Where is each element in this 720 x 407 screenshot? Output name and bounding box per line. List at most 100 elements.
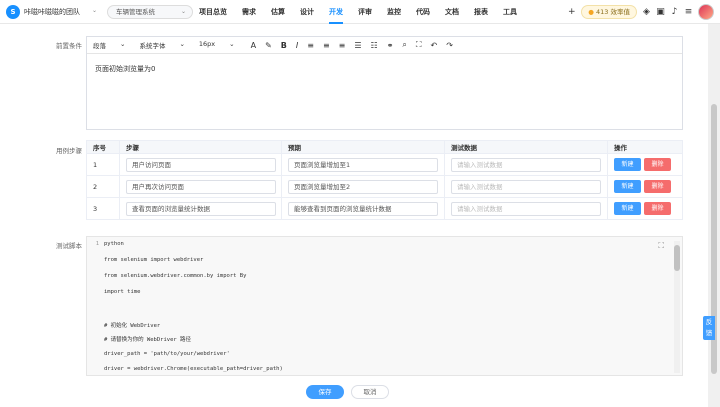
delete-button[interactable]: 删除 [644, 202, 671, 215]
delete-button[interactable]: 删除 [644, 180, 671, 193]
row-number: 2 [86, 175, 120, 198]
step-input[interactable]: 用户再次访问页面 [126, 179, 276, 194]
new-button[interactable]: 新建 [614, 202, 641, 215]
save-button[interactable]: 保存 [306, 385, 344, 399]
bullet-list-icon[interactable]: ☷ [371, 41, 378, 50]
row-number: 1 [86, 153, 120, 176]
menu-item-reports[interactable]: 报表 [474, 0, 488, 24]
italic-icon[interactable]: I [296, 41, 298, 50]
paragraph-select[interactable]: 段落 [93, 40, 106, 50]
menu-item-overview[interactable]: 项目总览 [199, 0, 227, 24]
table-row: 3 查看页面的浏览量统计数据 能够查看到页面的浏览量统计数据 请输入测试数据 新… [86, 197, 683, 220]
new-button[interactable]: 新建 [614, 158, 641, 171]
chevron-down-icon: ⌄ [179, 40, 185, 48]
efficiency-badge[interactable]: ● 413 效率值 [581, 5, 637, 19]
bold-icon[interactable]: B [281, 41, 287, 50]
font-select[interactable]: 系统字体 [139, 40, 165, 50]
coin-icon: ● [588, 8, 594, 16]
menu-item-estimation[interactable]: 估算 [271, 0, 285, 24]
align-center-icon[interactable]: ≡ [323, 41, 330, 50]
code-editor[interactable]: 1 python from selenium import webdriver f… [86, 236, 683, 376]
chevron-down-icon: ⌄ [229, 40, 235, 48]
fullscreen-icon[interactable]: ⛶ [416, 40, 422, 50]
row-number: 3 [86, 197, 120, 220]
main-menu: 项目总览 需求 估算 设计 开发 评审 监控 代码 文档 报表 工具 [199, 0, 532, 24]
code-line: from selenium import webdriver [104, 257, 204, 263]
page-scrollbar[interactable] [708, 24, 720, 407]
menu-item-monitor[interactable]: 监控 [387, 0, 401, 24]
project-select[interactable]: 车辆管理系统 ⌄ [107, 5, 193, 19]
code-line: import time [104, 289, 141, 295]
link-icon[interactable]: ⚭ [387, 41, 394, 50]
font-color-icon[interactable]: A [251, 41, 256, 50]
code-line: driver_path = 'path/to/your/webdriver' [104, 351, 230, 357]
highlight-icon[interactable]: ✎ [265, 41, 272, 50]
briefcase-icon[interactable]: ▣ [656, 7, 665, 17]
feedback-label: 反馈 [705, 318, 713, 337]
menu-item-requirements[interactable]: 需求 [242, 0, 256, 24]
chevron-down-icon: ⌄ [180, 8, 186, 15]
ordered-list-icon[interactable]: ☰ [354, 41, 361, 50]
step-input[interactable]: 查看页面的浏览量统计数据 [126, 201, 276, 216]
avatar[interactable] [698, 4, 714, 20]
align-right-icon[interactable]: ≡ [339, 41, 346, 50]
feedback-button[interactable]: 反馈 [703, 316, 715, 340]
precondition-label: 前置条件 [56, 42, 82, 50]
logo-icon[interactable]: S [6, 5, 20, 19]
team-name[interactable]: 咔嗞咔嗞嗞的团队 [24, 7, 80, 17]
col-header-no: 序号 [86, 140, 120, 154]
plus-icon[interactable]: + [567, 7, 576, 17]
code-line: driver = webdriver.Chrome(executable_pat… [104, 366, 283, 372]
menu-item-docs[interactable]: 文档 [445, 0, 459, 24]
test-data-input[interactable]: 请输入测试数据 [451, 179, 601, 194]
new-button[interactable]: 新建 [614, 180, 641, 193]
settings-icon[interactable]: ≡ [684, 7, 693, 17]
table-header-row: 序号 步骤 预期 测试数据 操作 [86, 140, 683, 154]
code-line: # 请替换为你的 WebDriver 路径 [104, 337, 192, 343]
right-toolbar: + ● 413 效率值 ◈ ▣ ♪ ≡ [567, 0, 714, 24]
script-label: 测试脚本 [56, 242, 82, 250]
menu-item-tools[interactable]: 工具 [503, 0, 517, 24]
search-icon[interactable]: ⌕ [402, 40, 406, 50]
table-row: 1 用户访问页面 页面浏览量增加至1 请输入测试数据 新建 删除 [86, 153, 683, 176]
steps-label: 用例步骤 [56, 147, 82, 155]
code-line: from selenium.webdriver.common.by import… [104, 273, 247, 279]
step-input[interactable]: 用户访问页面 [126, 157, 276, 172]
undo-icon[interactable]: ↶ [431, 41, 438, 50]
menu-item-design[interactable]: 设计 [300, 0, 314, 24]
cancel-button[interactable]: 取消 [351, 385, 389, 399]
coins-label: 效率值 [610, 8, 631, 16]
steps-table: 序号 步骤 预期 测试数据 操作 1 用户访问页面 页面浏览量增加至1 请输入测… [86, 140, 683, 220]
col-header-actions: 操作 [607, 140, 683, 154]
delete-button[interactable]: 删除 [644, 158, 671, 171]
editor-content[interactable]: 页面初始浏览量为0 [87, 54, 682, 84]
col-header-step: 步骤 [119, 140, 282, 154]
rich-text-editor[interactable]: 段落 ⌄ 系统字体 ⌄ 16px ⌄ A ✎ B I ≡ ≡ ≡ ☰ ☷ ⚭ ⌕… [86, 36, 683, 130]
project-name: 车辆管理系统 [116, 8, 155, 16]
top-nav: S 咔嗞咔嗞嗞的团队 ⌄ 车辆管理系统 ⌄ 项目总览 需求 估算 设计 开发 评… [0, 0, 720, 24]
code-scrollbar[interactable] [674, 241, 680, 373]
expected-input[interactable]: 页面浏览量增加至2 [288, 179, 438, 194]
chevron-down-icon[interactable]: ⌄ [92, 7, 97, 14]
expand-icon[interactable]: ⛶ [658, 241, 664, 251]
code-line: # 初始化 WebDriver [104, 323, 161, 329]
expected-input[interactable]: 能够查看到页面的浏览量统计数据 [288, 201, 438, 216]
menu-item-code[interactable]: 代码 [416, 0, 430, 24]
scrollbar-thumb[interactable] [674, 245, 680, 271]
layers-icon[interactable]: ◈ [642, 7, 651, 17]
chevron-down-icon: ⌄ [120, 40, 126, 48]
test-data-input[interactable]: 请输入测试数据 [451, 201, 601, 216]
col-header-expected: 预期 [281, 140, 445, 154]
expected-input[interactable]: 页面浏览量增加至1 [288, 157, 438, 172]
table-row: 2 用户再次访问页面 页面浏览量增加至2 请输入测试数据 新建 删除 [86, 175, 683, 198]
bell-icon[interactable]: ♪ [670, 7, 679, 17]
test-data-input[interactable]: 请输入测试数据 [451, 157, 601, 172]
size-select[interactable]: 16px [199, 40, 215, 50]
col-header-data: 测试数据 [444, 140, 608, 154]
align-left-icon[interactable]: ≡ [307, 41, 314, 50]
menu-item-development[interactable]: 开发 [329, 0, 343, 24]
redo-icon[interactable]: ↷ [446, 41, 453, 50]
menu-item-review[interactable]: 评审 [358, 0, 372, 24]
code-line: 1 python [95, 241, 124, 247]
